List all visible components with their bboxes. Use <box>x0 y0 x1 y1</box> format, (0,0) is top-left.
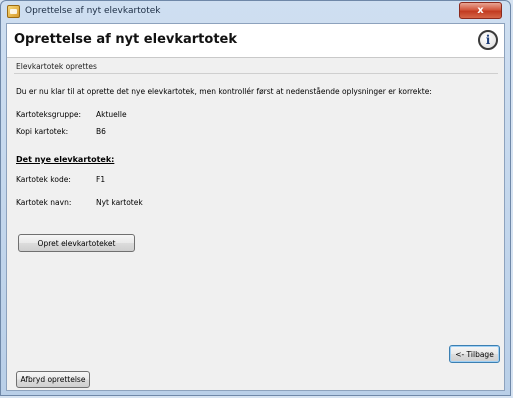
field-label-kartoteksgruppe: Kartoteksgruppe: <box>16 110 82 119</box>
close-button[interactable]: x <box>459 2 502 19</box>
field-value-kartoteksgruppe: Aktuelle <box>96 110 127 119</box>
abort-button[interactable]: Afbryd oprettelse <box>16 371 90 388</box>
info-icon[interactable]: i <box>478 30 498 50</box>
window-title: Oprettelse af nyt elevkartotek <box>25 6 161 16</box>
field-value-kartotek-navn: Nyt kartotek <box>96 198 143 207</box>
dialog-header: Oprettelse af nyt elevkartotek i <box>7 24 504 58</box>
page-title: Oprettelse af nyt elevkartotek <box>14 32 238 47</box>
step-subtitle: Elevkartotek oprettes <box>16 62 97 71</box>
dialog-window: Oprettelse af nyt elevkartotek x Oprette… <box>0 0 511 396</box>
field-label-kopi-kartotek: Kopi kartotek: <box>16 127 69 136</box>
title-bar[interactable]: Oprettelse af nyt elevkartotek x <box>1 1 510 23</box>
back-button[interactable]: <- Tilbage <box>449 345 500 363</box>
field-value-kopi-kartotek: B6 <box>96 127 106 136</box>
field-label-kartotek-navn: Kartotek navn: <box>16 198 72 207</box>
divider <box>14 73 498 74</box>
dialog-content: Oprettelse af nyt elevkartotek i Elevkar… <box>6 23 505 391</box>
intro-text: Du er nu klar til at oprette det nye ele… <box>16 87 432 96</box>
app-icon <box>7 5 20 18</box>
section-heading: Det nye elevkartotek: <box>16 155 115 164</box>
create-button[interactable]: Opret elevkartoteket <box>18 234 135 252</box>
field-label-kartotek-kode: Kartotek kode: <box>16 175 71 184</box>
field-value-kartotek-kode: F1 <box>96 175 106 184</box>
